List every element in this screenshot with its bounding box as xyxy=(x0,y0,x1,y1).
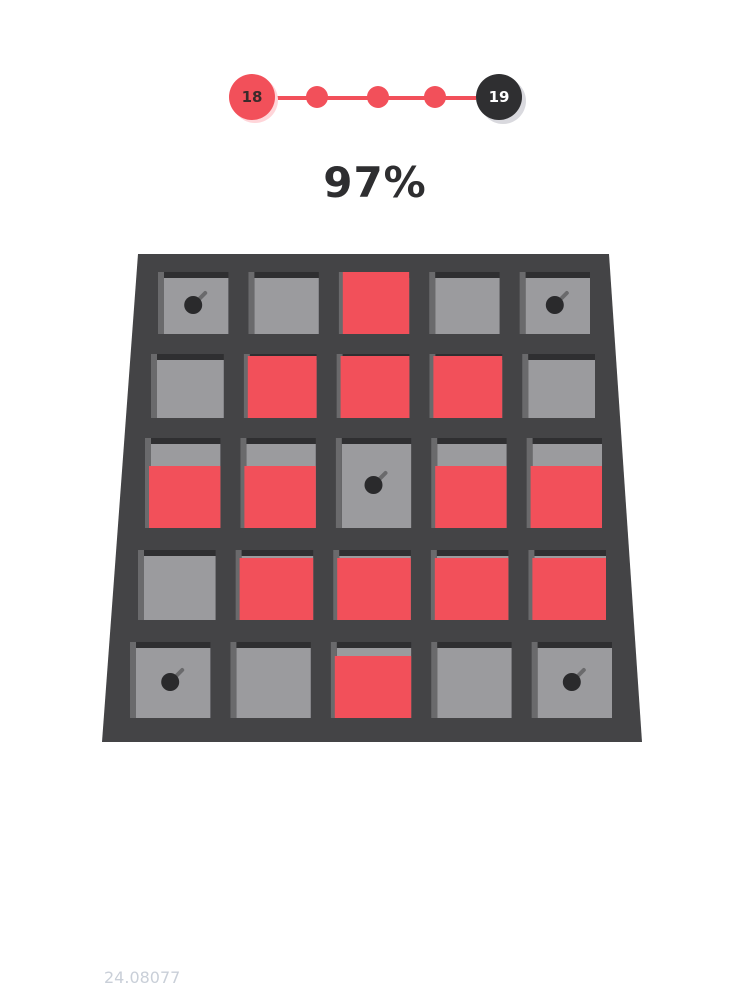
cell-wall xyxy=(519,272,526,334)
ball xyxy=(545,296,564,314)
cell-wall xyxy=(130,642,136,718)
game-board[interactable] xyxy=(0,0,750,1000)
red-block xyxy=(434,558,509,620)
red-block xyxy=(340,356,410,418)
cell-floor xyxy=(144,556,216,620)
cell-floor xyxy=(157,360,224,418)
cell-wall xyxy=(151,354,157,418)
red-block xyxy=(530,466,602,528)
red-block xyxy=(149,466,221,528)
cell-floor xyxy=(437,648,512,718)
ball xyxy=(562,673,581,691)
red-block xyxy=(342,272,410,334)
cell-wall xyxy=(248,272,255,334)
ball xyxy=(184,296,203,314)
cell-wall xyxy=(230,642,237,718)
ball xyxy=(364,476,383,494)
cell-floor xyxy=(435,278,500,334)
red-block xyxy=(334,656,412,718)
red-block xyxy=(433,356,503,418)
cell-wall xyxy=(335,438,342,528)
cell-floor xyxy=(254,278,319,334)
cell-wall xyxy=(531,642,538,718)
ball xyxy=(161,673,180,691)
cell-floor xyxy=(236,648,311,718)
red-block xyxy=(435,466,507,528)
red-block xyxy=(337,558,411,620)
red-block xyxy=(244,466,316,528)
red-block xyxy=(532,558,606,620)
red-block xyxy=(247,356,317,418)
cell-wall xyxy=(138,550,144,620)
cell-wall xyxy=(429,272,436,334)
cell-floor xyxy=(528,360,595,418)
cell-wall xyxy=(158,272,164,334)
cell-wall xyxy=(431,642,438,718)
cell-wall xyxy=(522,354,529,418)
red-block xyxy=(239,558,314,620)
debug-readout: 24.08077 xyxy=(104,968,181,987)
